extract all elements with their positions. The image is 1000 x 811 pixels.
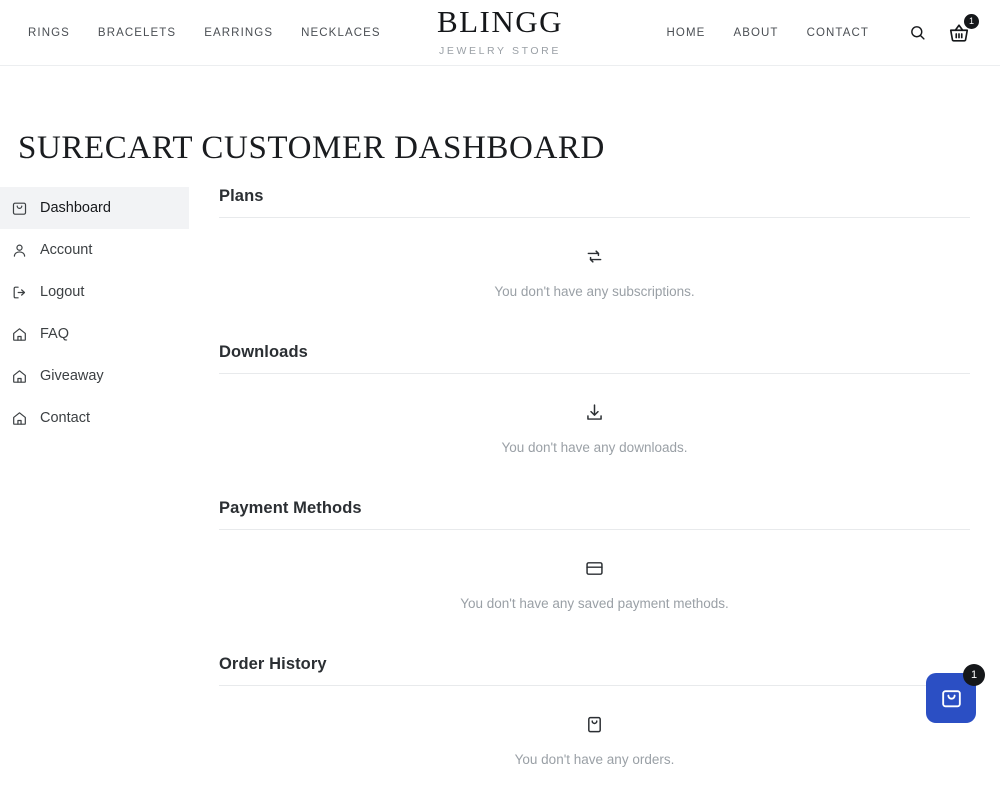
- cart-count-badge: 1: [964, 13, 979, 29]
- nav-link-home[interactable]: HOME: [667, 27, 706, 39]
- download-icon: [584, 402, 605, 428]
- sidebar-item-faq[interactable]: FAQ: [0, 313, 189, 355]
- dashboard-content: Plans You don't have any subscriptions. …: [189, 187, 1000, 811]
- nav-link-bracelets[interactable]: BRACELETS: [98, 27, 176, 39]
- sidebar-item-label: Giveaway: [40, 367, 104, 384]
- sidebar-item-account[interactable]: Account: [0, 229, 189, 271]
- section-plans: Plans You don't have any subscriptions.: [219, 187, 970, 309]
- empty-state-order-history: You don't have any orders.: [219, 686, 970, 777]
- empty-state-text: You don't have any orders.: [514, 752, 675, 768]
- header-icons: 1: [909, 13, 979, 44]
- credit-card-icon: [584, 558, 605, 584]
- primary-nav-right: HOME ABOUT CONTACT 1: [667, 13, 979, 44]
- section-payment-methods: Payment Methods You don't have any saved…: [219, 499, 970, 621]
- dashboard-layout: Dashboard Account Logout FAQ Giveaway Co…: [0, 187, 1000, 811]
- section-downloads: Downloads You don't have any downloads.: [219, 343, 970, 465]
- nav-link-contact[interactable]: CONTACT: [807, 27, 869, 39]
- dashboard-sidebar: Dashboard Account Logout FAQ Giveaway Co…: [0, 187, 189, 439]
- empty-state-plans: You don't have any subscriptions.: [219, 218, 970, 309]
- empty-state-payment-methods: You don't have any saved payment methods…: [219, 530, 970, 621]
- section-order-history: Order History You don't have any orders.: [219, 655, 970, 777]
- log-out-icon: [10, 283, 28, 301]
- sidebar-item-logout[interactable]: Logout: [0, 271, 189, 313]
- sidebar-item-label: Logout: [40, 283, 85, 300]
- floating-cart-count-badge: 1: [963, 664, 985, 686]
- section-title: Plans: [219, 187, 970, 219]
- sidebar-item-label: Account: [40, 241, 93, 258]
- empty-state-downloads: You don't have any downloads.: [219, 374, 970, 465]
- section-title: Payment Methods: [219, 499, 970, 531]
- sidebar-item-giveaway[interactable]: Giveaway: [0, 355, 189, 397]
- section-title: Order History: [219, 655, 970, 687]
- home-icon: [10, 409, 28, 427]
- sidebar-item-contact[interactable]: Contact: [0, 397, 189, 439]
- nav-link-about[interactable]: ABOUT: [733, 27, 778, 39]
- user-icon: [10, 241, 28, 259]
- page-title: SURECART CUSTOMER DASHBOARD: [18, 130, 605, 167]
- sidebar-item-label: Contact: [40, 409, 90, 426]
- brand-subtitle: JEWELRY STORE: [439, 44, 561, 57]
- empty-state-text: You don't have any downloads.: [501, 440, 688, 456]
- nav-link-rings[interactable]: RINGS: [28, 27, 70, 39]
- cart-basket-icon[interactable]: 1: [948, 13, 979, 44]
- floating-cart-button[interactable]: 1: [926, 664, 985, 723]
- primary-nav-left: RINGS BRACELETS EARRINGS NECKLACES: [28, 27, 381, 39]
- home-icon: [10, 367, 28, 385]
- shopping-bag-icon: [10, 199, 28, 217]
- sidebar-item-label: Dashboard: [40, 199, 111, 216]
- sidebar-item-label: FAQ: [40, 325, 70, 342]
- nav-link-earrings[interactable]: EARRINGS: [204, 27, 273, 39]
- shopping-bag-icon: [584, 714, 605, 740]
- empty-state-text: You don't have any subscriptions.: [494, 284, 695, 300]
- shopping-bag-icon: [939, 686, 964, 711]
- sidebar-item-dashboard[interactable]: Dashboard: [0, 187, 189, 230]
- nav-link-necklaces[interactable]: NECKLACES: [301, 27, 381, 39]
- home-icon: [10, 325, 28, 343]
- site-header: RINGS BRACELETS EARRINGS NECKLACES BLING…: [0, 0, 1000, 66]
- search-icon[interactable]: [909, 24, 926, 41]
- section-title: Downloads: [219, 343, 970, 375]
- empty-state-text: You don't have any saved payment methods…: [460, 596, 729, 612]
- repeat-icon: [584, 246, 605, 272]
